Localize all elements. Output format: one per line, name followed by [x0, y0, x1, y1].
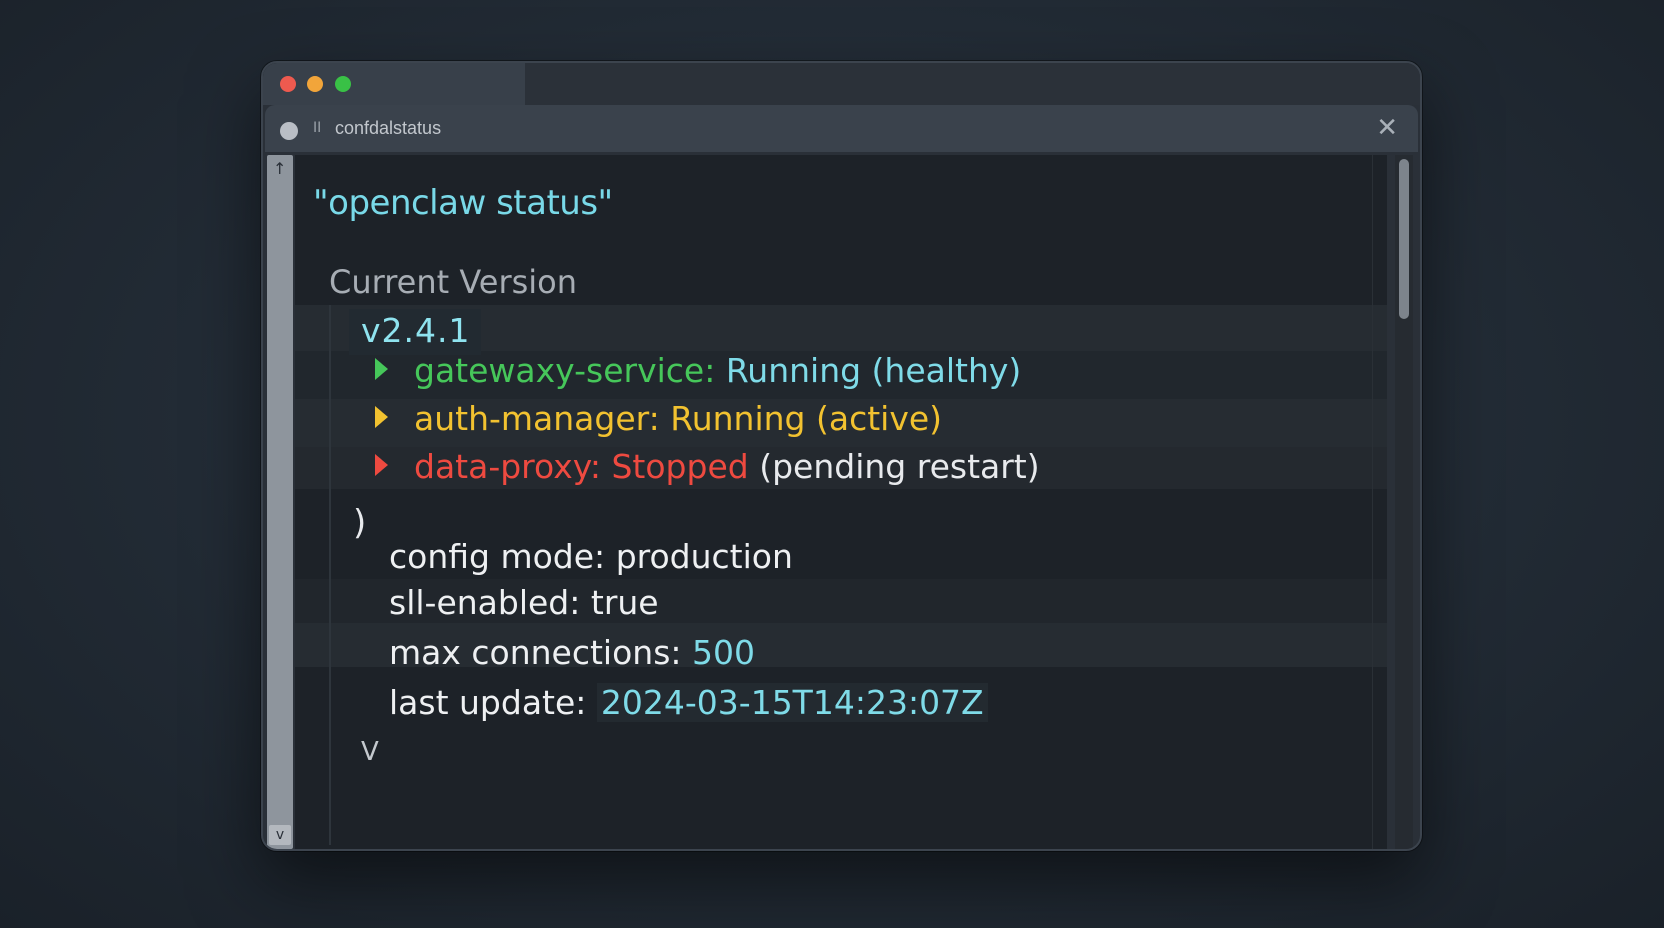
command-line: "openclaw status" [313, 183, 613, 223]
scroll-down-icon[interactable]: v [269, 825, 291, 845]
ssl-enabled-line: sll-enabled: true [389, 583, 659, 622]
version-value: v2.4.1 [361, 311, 471, 350]
terminal-output[interactable]: "openclaw status" Current Version v2.4.1… [295, 155, 1387, 849]
left-gutter-scrollbar[interactable]: ↑ v [267, 155, 293, 849]
service-row-auth: auth-manager: Running (active) [375, 399, 942, 438]
service-note: (pending restart) [759, 447, 1040, 486]
service-row-gateway: gatewaxy-service: Running (healthy) [375, 351, 1021, 390]
scroll-up-icon[interactable]: ↑ [273, 159, 286, 178]
last-update-line: last update: 2024-03-15T14:23:07Z [389, 683, 988, 722]
config-key: max connections: [389, 633, 682, 672]
max-connections-line: max connections: 500 [389, 633, 755, 672]
expand-arrow-icon[interactable] [375, 454, 388, 476]
config-key: sll-enabled: [389, 583, 581, 622]
indent-guide [329, 305, 331, 845]
close-window-icon[interactable] [280, 76, 296, 92]
titlebar-tab-area [263, 63, 525, 105]
minimize-window-icon[interactable] [307, 76, 323, 92]
vertical-scrollbar[interactable] [1395, 155, 1413, 849]
tab-bar: II confdalstatus ✕ [265, 105, 1418, 153]
terminal-window: II confdalstatus ✕ ↑ v "openclaw status"… [261, 61, 1422, 851]
service-name: gatewaxy-service: [414, 351, 716, 390]
config-value: production [615, 537, 793, 576]
config-mode-line: config mode: production [389, 537, 793, 576]
timestamp-value: 2024-03-15T14:23:07Z [596, 683, 988, 722]
config-value: true [590, 583, 659, 622]
expand-arrow-icon[interactable] [375, 406, 388, 428]
config-key: last update: [389, 683, 587, 722]
service-state: Stopped [611, 447, 749, 486]
chevron-down-icon[interactable]: V [361, 737, 379, 767]
tab-status-dot-icon [280, 122, 298, 140]
maximize-window-icon[interactable] [335, 76, 351, 92]
close-tab-icon[interactable]: ✕ [1376, 115, 1398, 141]
scrollbar-thumb[interactable] [1399, 159, 1409, 319]
service-name: data-proxy: [414, 447, 601, 486]
tab-pause-icon[interactable]: II [313, 120, 321, 136]
closing-paren: ) [353, 503, 367, 543]
right-edge-guide [1372, 155, 1373, 849]
window-titlebar [263, 63, 1420, 105]
service-state: Running (active) [670, 399, 943, 438]
service-state: Running (healthy) [725, 351, 1022, 390]
tab-title[interactable]: confdalstatus [335, 118, 441, 139]
expand-arrow-icon[interactable] [375, 358, 388, 380]
service-name: auth-manager: [414, 399, 660, 438]
service-row-proxy: data-proxy: Stopped (pending restart) [375, 447, 1040, 486]
section-heading: Current Version [329, 263, 578, 301]
config-value: 500 [692, 633, 756, 672]
config-key: config mode: [389, 537, 606, 576]
